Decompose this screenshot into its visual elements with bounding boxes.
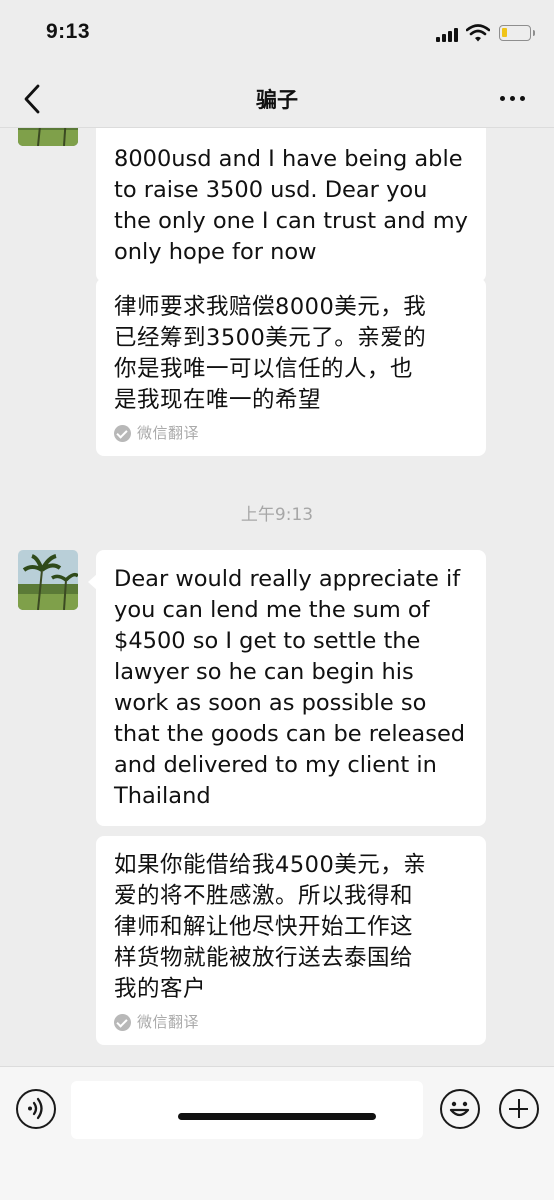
chat-title: 骗子 bbox=[256, 88, 298, 112]
translation-source: 微信翻译 bbox=[137, 1013, 200, 1031]
chat-area[interactable]: 8000usd and I have being able to raise 3… bbox=[0, 128, 554, 1066]
status-bar: 9:13 bbox=[0, 0, 554, 70]
check-circle-icon bbox=[114, 424, 131, 442]
message-text: 8000usd and I have being able to raise 3… bbox=[114, 146, 468, 265]
plus-icon[interactable] bbox=[499, 1089, 539, 1129]
wifi-icon bbox=[466, 24, 490, 42]
battery-icon bbox=[499, 25, 535, 41]
translation-label: 微信翻译 bbox=[114, 424, 470, 442]
message-bubble[interactable]: 8000usd and I have being able to raise 3… bbox=[96, 128, 486, 282]
translation-bubble[interactable]: 如果你能借给我4500美元，亲 爱的将不胜感激。所以我得和 律师和解让他尽快开始… bbox=[96, 836, 486, 1045]
nav-bar: 骗子 bbox=[0, 70, 554, 128]
translation-bubble[interactable]: 律师要求我赔偿8000美元，我 已经筹到3500美元了。亲爱的 你是我唯一可以信… bbox=[96, 278, 486, 456]
translation-text: 律师要求我赔偿8000美元，我 已经筹到3500美元了。亲爱的 你是我唯一可以信… bbox=[114, 294, 427, 413]
more-options-icon[interactable] bbox=[498, 88, 528, 108]
message-text: Dear would really appreciate if you can … bbox=[114, 566, 466, 809]
emoji-icon[interactable] bbox=[440, 1089, 480, 1129]
message-input[interactable] bbox=[71, 1081, 423, 1139]
translation-source: 微信翻译 bbox=[137, 424, 200, 442]
timestamp: 上午9:13 bbox=[240, 505, 314, 525]
status-time: 9:13 bbox=[46, 20, 91, 43]
translation-label: 微信翻译 bbox=[114, 1013, 470, 1031]
translation-text: 如果你能借给我4500美元，亲 爱的将不胜感激。所以我得和 律师和解让他尽快开始… bbox=[114, 852, 427, 1002]
contact-avatar[interactable] bbox=[18, 550, 78, 610]
check-circle-icon bbox=[114, 1013, 131, 1031]
contact-avatar[interactable] bbox=[18, 128, 78, 146]
home-indicator bbox=[178, 1113, 376, 1120]
cellular-signal-icon bbox=[436, 28, 460, 42]
voice-icon[interactable] bbox=[16, 1089, 56, 1129]
message-bubble[interactable]: Dear would really appreciate if you can … bbox=[88, 550, 486, 826]
input-bar bbox=[0, 1066, 554, 1200]
